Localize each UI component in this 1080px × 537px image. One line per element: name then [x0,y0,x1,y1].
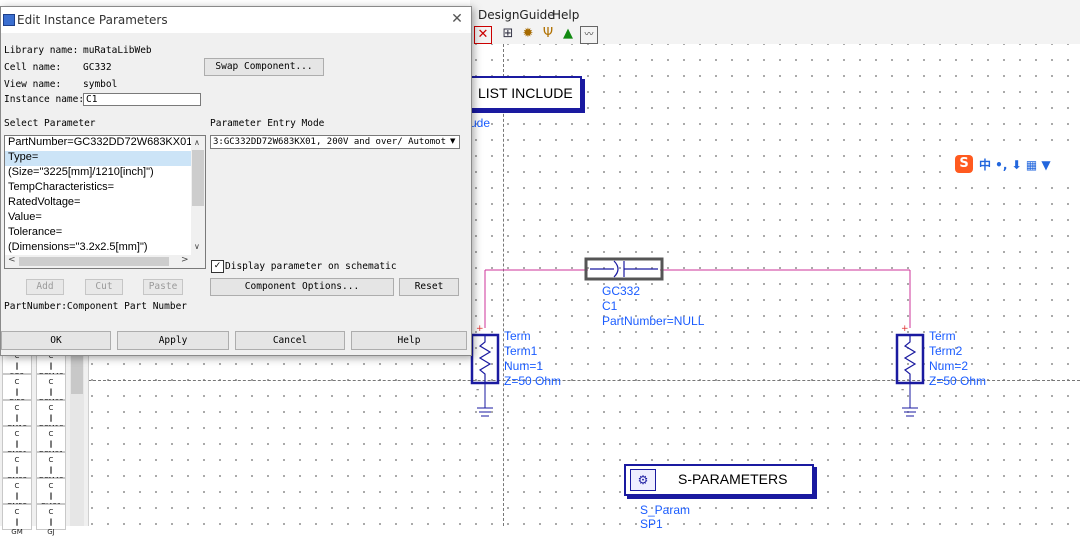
parameter-list[interactable]: PartNumber=GC332DD72W683KX01 Type= (Size="… [4,135,206,257]
term1-num: Num=1 [504,359,544,373]
palette-component[interactable]: C ‖ GJ431 [36,478,66,510]
cell-label: Cell name: [4,62,62,73]
cancel-button[interactable]: Cancel [235,331,345,350]
palette-component[interactable]: C ‖ GCM31 [36,426,66,458]
term2-num: Num=2 [929,359,969,373]
add-button[interactable]: Add [26,279,64,295]
parameter-entry-mode-select[interactable]: 3:GC332DD72W683KX01, 200V and over/ Auto… [210,135,460,149]
dialog-title: Edit Instance Parameters [17,13,168,27]
parameter-item[interactable]: Tolerance= [5,226,205,241]
capacitor-cell: GC332 [602,284,641,298]
close-icon[interactable]: ✕ [449,11,465,27]
term1-z: Z=50 Ohm [504,374,562,388]
parameter-item[interactable]: Value= [5,211,205,226]
instance-label: Instance name: [4,94,85,105]
palette-scroll-thumb[interactable] [71,352,83,394]
scroll-up-icon[interactable]: ∧ [194,138,200,147]
edit-instance-dialog: Edit Instance Parameters ✕ Library name:… [0,6,472,356]
palette-component[interactable]: C ‖ GCM03 [36,374,66,406]
term1-symbol: + - [470,324,500,417]
palette-component[interactable]: C ‖ GCM18 [36,400,66,432]
term1-label: Term [504,329,531,343]
parameter-list-hscroll[interactable]: < > [4,255,206,269]
parameter-item[interactable]: TempCharacteristics= [5,181,205,196]
ok-button[interactable]: OK [1,331,111,350]
term2-z: Z=50 Ohm [929,374,987,388]
chevron-down-icon[interactable]: ▼ [450,137,455,145]
palette-component[interactable]: C ‖ GM21 [2,426,32,458]
parameter-rows: PartNumber=GC332DD72W683KX01 Type= (Size="… [5,136,205,256]
select-parameter-label: Select Parameter [4,118,96,129]
swap-component-button[interactable]: Swap Component... [204,58,324,76]
svg-text:-: - [476,385,479,395]
parameter-item[interactable]: PartNumber=GC332DD72W683KX01 [5,136,205,151]
parameter-entry-label: Parameter Entry Mode [210,118,325,129]
s-param-name: S_Param [640,503,691,517]
entry-mode-value: 3:GC332DD72W683KX01, 200V and over/ Auto… [213,137,446,147]
palette-component[interactable]: C ‖ GJ [36,504,66,536]
svg-text:+: + [901,324,909,334]
view-value: symbol [83,79,118,90]
component-options-button[interactable]: Component Options... [210,278,394,296]
s-parameters-title: S-PARAMETERS [678,471,788,487]
paste-button[interactable]: Paste [143,279,183,295]
svg-text:+: + [476,324,484,334]
library-value: muRataLibWeb [83,45,152,56]
instance-name-input[interactable]: C1 [83,93,201,106]
scroll-left-icon[interactable]: < [8,255,16,265]
library-label: Library name: [4,45,79,56]
scroll-down-icon[interactable]: ∨ [194,242,200,251]
parameter-list-vscroll[interactable]: ∧ ∨ [191,136,205,256]
term2-label: Term [929,329,956,343]
parameter-item[interactable]: RatedVoltage= [5,196,205,211]
cut-button[interactable]: Cut [85,279,123,295]
capacitor-name: C1 [602,299,618,313]
s-param-icon: ⚙ [630,469,656,491]
view-label: View name: [4,79,62,90]
capacitor-param: PartNumber=NULL [602,314,705,328]
palette-component[interactable]: C ‖ GM55 [2,478,32,510]
parameter-item[interactable]: (Size="3225[mm]/1210[inch]") [5,166,205,181]
dialog-app-icon [3,14,15,26]
s-parameters-box[interactable]: ⚙ S-PARAMETERS [624,464,814,496]
term1-name: Term1 [504,344,538,358]
term2-symbol: + - [895,324,925,417]
term2-name: Term2 [929,344,963,358]
s-param-id: SP1 [640,517,663,531]
parameter-list-thumb[interactable] [192,150,204,206]
display-parameter-checkbox[interactable]: ✓ [211,260,224,273]
display-parameter-label: Display parameter on schematic [225,261,397,272]
dialog-titlebar[interactable]: Edit Instance Parameters ✕ [1,7,471,33]
svg-text:-: - [901,385,904,395]
reset-button[interactable]: Reset [399,278,459,296]
parameter-item[interactable]: (Dimensions="3.2x2.5[mm]") [5,241,205,256]
apply-button[interactable]: Apply [117,331,229,350]
palette-component[interactable]: C ‖ GM32 [2,452,32,484]
scroll-right-icon[interactable]: > [181,255,189,265]
cell-value: GC332 [83,62,112,73]
help-button[interactable]: Help [351,331,467,350]
parameter-item[interactable]: Type= [5,151,205,166]
hscroll-thumb[interactable] [19,257,169,266]
palette-component[interactable]: C ‖ GM [2,504,32,536]
parameter-description: PartNumber:Component Part Number [4,301,188,312]
palette-component[interactable]: C ‖ GCM43 [36,452,66,484]
capacitor-symbol [590,260,658,278]
palette-component[interactable]: C ‖ GJ55 [2,374,32,406]
palette-component[interactable]: C ‖ GM15 [2,400,32,432]
